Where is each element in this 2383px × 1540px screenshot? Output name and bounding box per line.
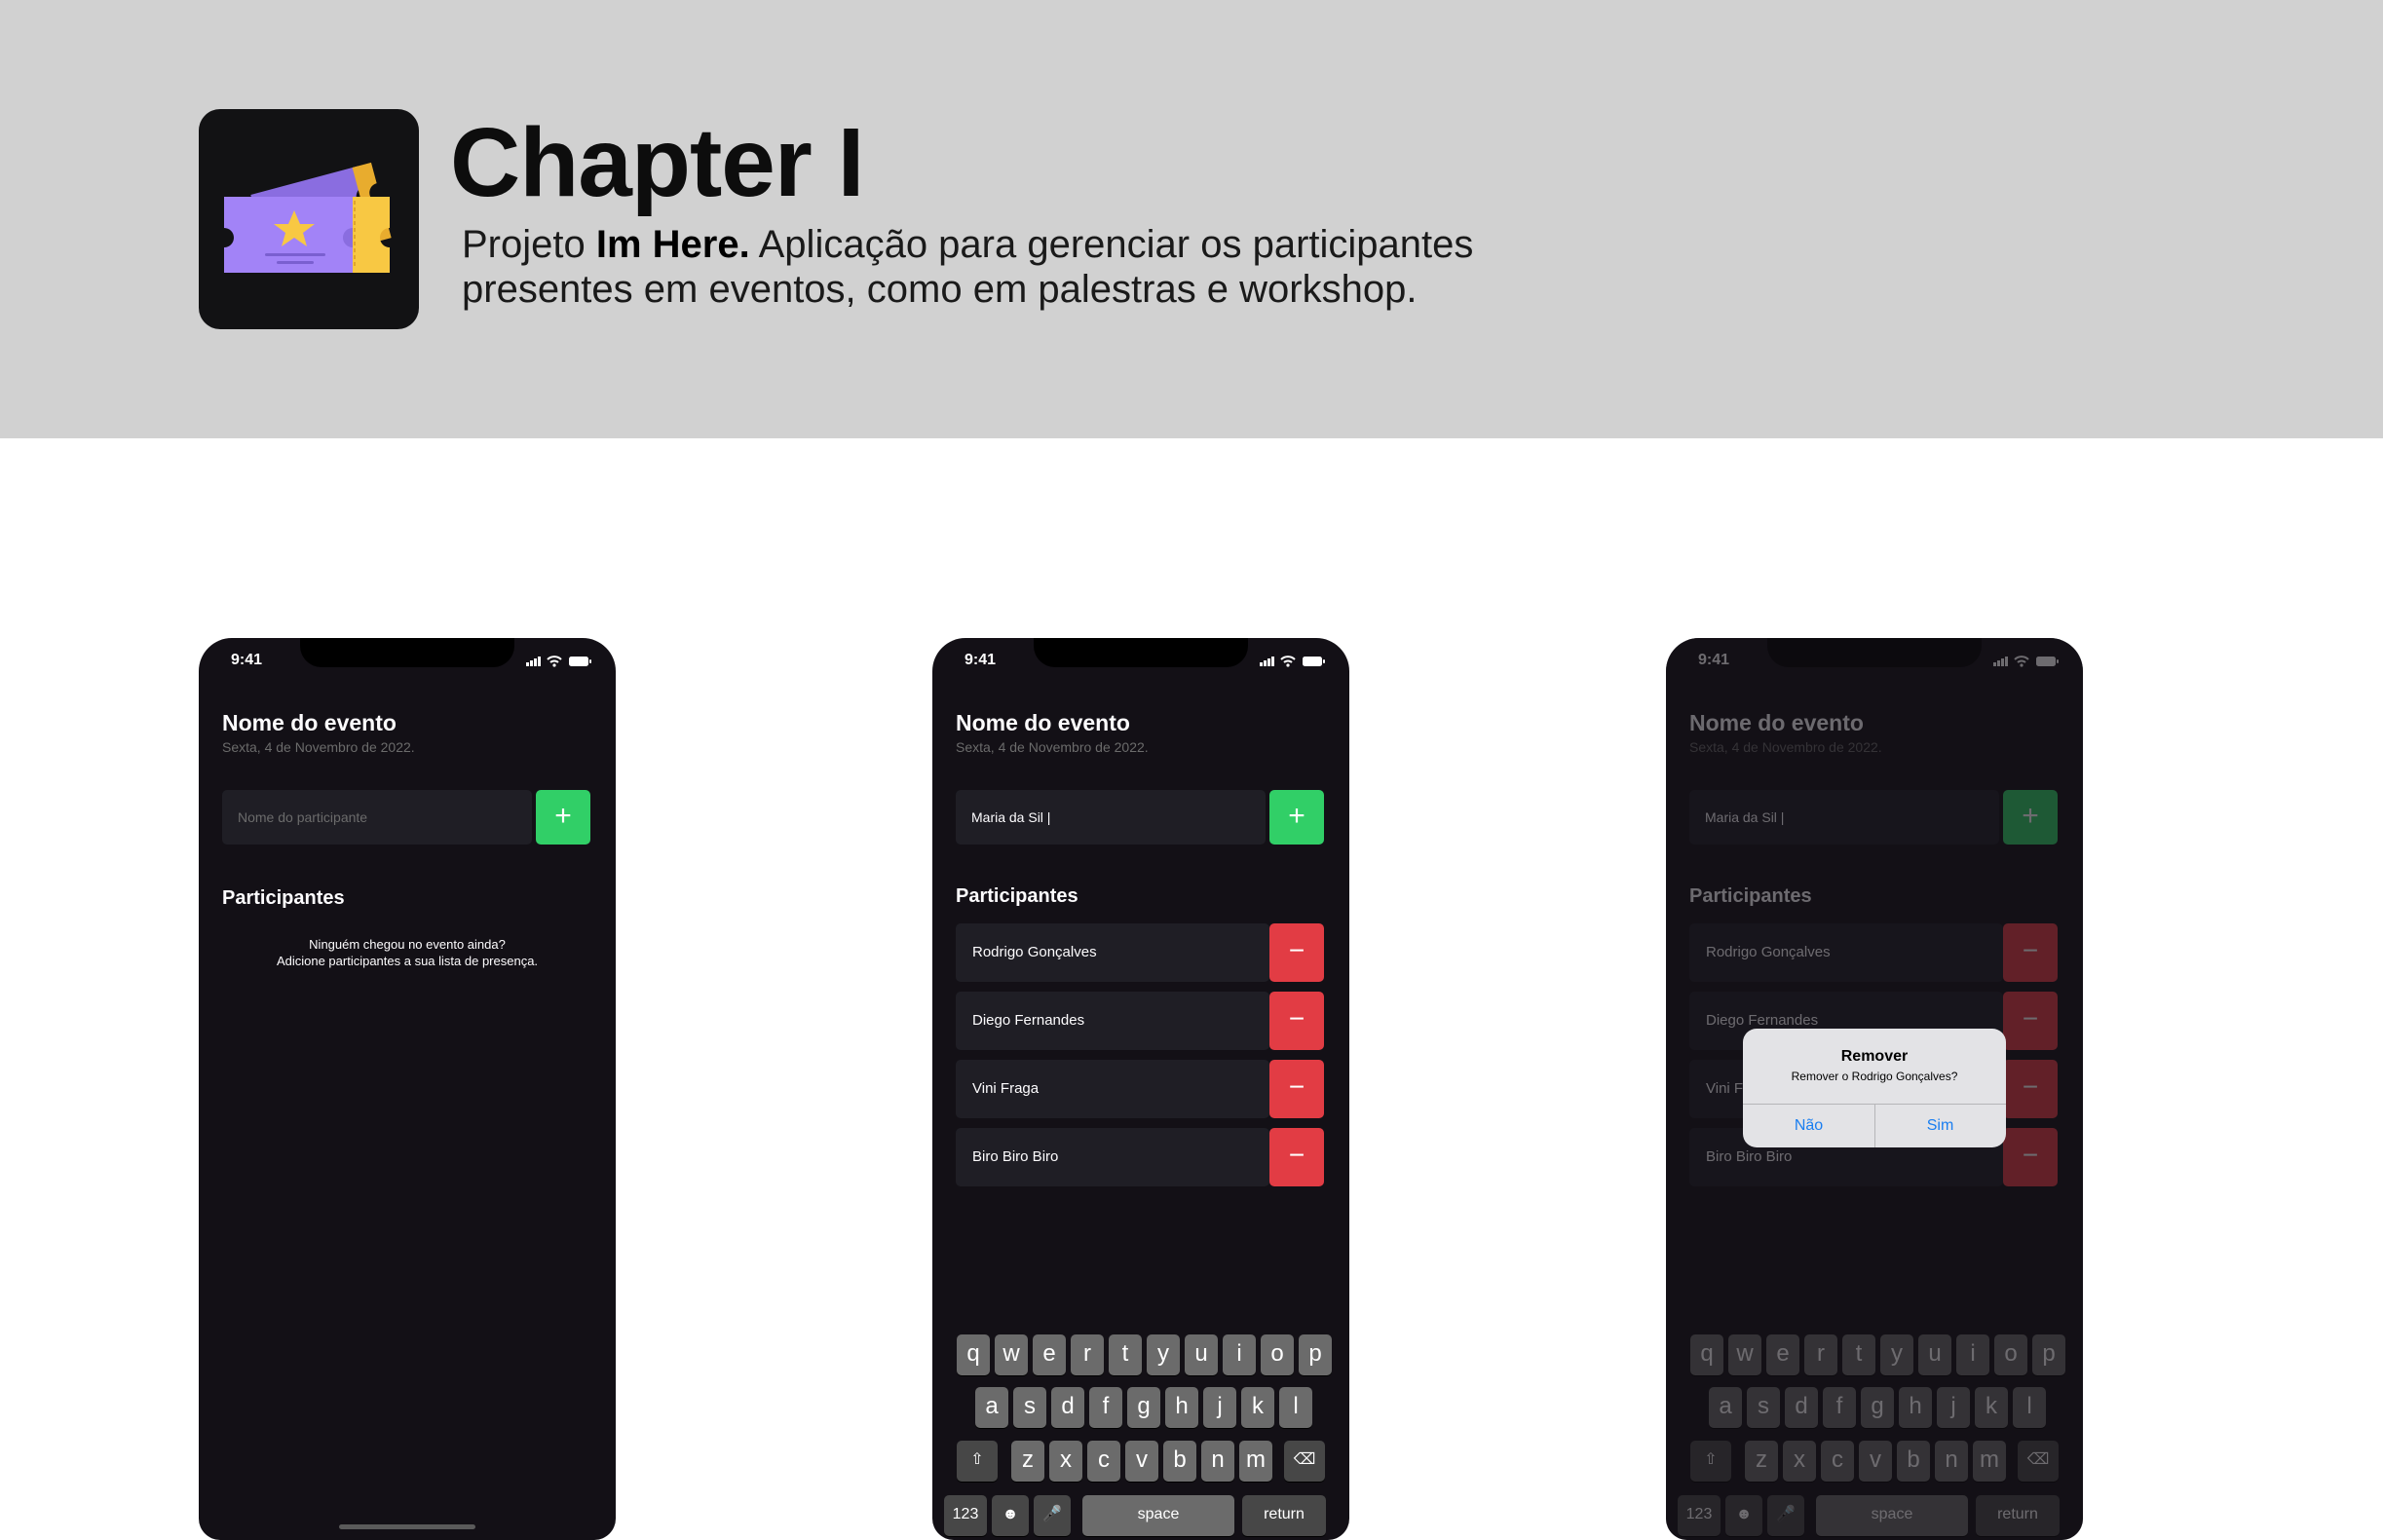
key-g[interactable]: g (1127, 1387, 1160, 1428)
alert-yes-button[interactable]: Sim (1874, 1105, 2006, 1147)
status-bar-icons (526, 656, 591, 667)
notch (300, 638, 514, 667)
key-i[interactable]: i (1223, 1334, 1256, 1375)
page-description: Projeto Im Here. Aplicação para gerencia… (462, 222, 1582, 312)
remove-participant-button[interactable]: − (1269, 992, 1324, 1050)
key-p[interactable]: p (1299, 1334, 1332, 1375)
header-banner: Chapter I Projeto Im Here. Aplicação par… (0, 0, 2383, 438)
participant-name: Diego Fernandes (956, 992, 1269, 1050)
page-title: Chapter I (450, 108, 864, 217)
event-date: Sexta, 4 de Novembro de 2022. (222, 739, 415, 755)
key-q[interactable]: q (957, 1334, 990, 1375)
key-s[interactable]: s (1013, 1387, 1046, 1428)
key-c[interactable]: c (1087, 1441, 1120, 1482)
list-item: Rodrigo Gonçalves− (956, 923, 1324, 982)
participant-name: Vini Fraga (956, 1060, 1269, 1118)
remove-participant-button[interactable]: − (1269, 923, 1324, 982)
key-t[interactable]: t (1109, 1334, 1142, 1375)
home-indicator[interactable] (339, 1524, 475, 1529)
key-d[interactable]: d (1051, 1387, 1084, 1428)
key-m[interactable]: m (1239, 1441, 1272, 1482)
list-item: Vini Fraga− (956, 1060, 1324, 1118)
event-title: Nome do evento (222, 710, 397, 735)
key-n[interactable]: n (1201, 1441, 1234, 1482)
list-item: Biro Biro Biro− (956, 1128, 1324, 1186)
key-a[interactable]: a (975, 1387, 1008, 1428)
key-b[interactable]: b (1163, 1441, 1196, 1482)
notch (1034, 638, 1248, 667)
status-time: 9:41 (231, 652, 263, 668)
participants-heading: Participantes (222, 887, 345, 909)
key-h[interactable]: h (1165, 1387, 1198, 1428)
keyboard: q w e r t y u i o p a s d f g h j k l ⇧ … (932, 1320, 1349, 1540)
participant-name: Rodrigo Gonçalves (956, 923, 1269, 982)
event-title: Nome do evento (956, 710, 1130, 735)
key-x[interactable]: x (1049, 1441, 1082, 1482)
key-o[interactable]: o (1261, 1334, 1294, 1375)
return-key[interactable]: return (1242, 1495, 1326, 1536)
remove-participant-button[interactable]: − (1269, 1060, 1324, 1118)
list-item: Diego Fernandes− (956, 992, 1324, 1050)
ticket-icon (199, 109, 419, 329)
participants-heading: Participantes (956, 885, 1078, 907)
empty-list-message: Ninguém chegou no evento ainda? Adicione… (199, 936, 616, 969)
project-name: Im Here. (595, 223, 750, 266)
add-participant-button[interactable]: + (1269, 790, 1324, 845)
status-time: 9:41 (965, 652, 997, 668)
remove-confirmation-alert: Remover Remover o Rodrigo Gonçalves? Não… (1743, 1029, 2006, 1147)
alert-message: Remover o Rodrigo Gonçalves? (1791, 1070, 1958, 1083)
status-bar-icons (1260, 656, 1325, 667)
event-date: Sexta, 4 de Novembro de 2022. (956, 739, 1149, 755)
participant-name-input[interactable]: Nome do participante (222, 790, 532, 845)
add-participant-button[interactable]: + (536, 790, 590, 845)
key-j[interactable]: j (1203, 1387, 1236, 1428)
alert-no-button[interactable]: Não (1743, 1105, 1874, 1147)
description-prefix: Projeto (462, 223, 596, 266)
numbers-key[interactable]: 123 (944, 1495, 987, 1536)
key-k[interactable]: k (1241, 1387, 1274, 1428)
phone-screen-list: 9:41 Nome do evento Sexta, 4 de Novembro… (932, 638, 1349, 1540)
microphone-key[interactable]: 🎤 (1034, 1495, 1071, 1536)
space-key[interactable]: space (1082, 1495, 1234, 1536)
key-z[interactable]: z (1011, 1441, 1044, 1482)
empty-message-line: Ninguém chegou no evento ainda? (309, 937, 506, 952)
key-f[interactable]: f (1089, 1387, 1122, 1428)
key-l[interactable]: l (1279, 1387, 1312, 1428)
key-y[interactable]: y (1147, 1334, 1180, 1375)
alert-title: Remover (1840, 1048, 1909, 1065)
phone-screen-empty: 9:41 Nome do evento Sexta, 4 de Novembro… (199, 638, 616, 1540)
key-w[interactable]: w (995, 1334, 1028, 1375)
key-v[interactable]: v (1125, 1441, 1158, 1482)
key-e[interactable]: e (1033, 1334, 1066, 1375)
remove-participant-button[interactable]: − (1269, 1128, 1324, 1186)
shift-key[interactable]: ⇧ (957, 1441, 998, 1482)
emoji-key[interactable]: ☻ (992, 1495, 1029, 1536)
participant-name: Biro Biro Biro (956, 1128, 1269, 1186)
empty-message-line: Adicione participantes a sua lista de pr… (276, 954, 539, 968)
backspace-key[interactable]: ⌫ (1284, 1441, 1325, 1482)
key-r[interactable]: r (1071, 1334, 1104, 1375)
phone-screen-remove-alert: 9:41 Nome do evento Sexta, 4 de Novembro… (1666, 638, 2083, 1540)
participant-name-input[interactable]: Maria da Sil | (956, 790, 1266, 845)
key-u[interactable]: u (1185, 1334, 1218, 1375)
